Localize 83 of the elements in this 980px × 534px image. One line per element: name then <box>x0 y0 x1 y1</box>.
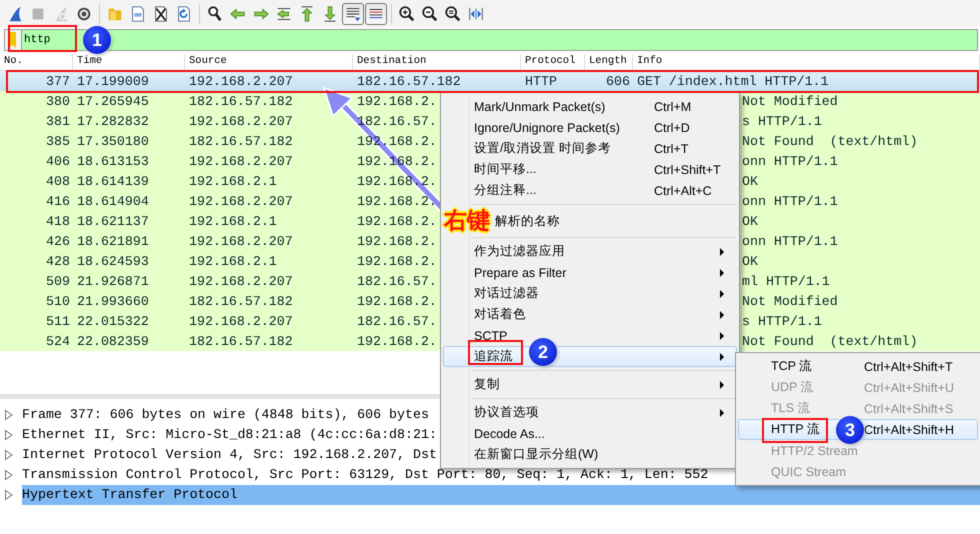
shortcut-text: Ctrl+Alt+Shift+T <box>864 360 954 374</box>
table-cell: s HTTP/1.1 <box>742 314 822 328</box>
table-cell: 385 <box>46 134 70 148</box>
table-cell: onn HTTP/1.1 <box>742 154 838 168</box>
table-cell: Not Found (text/html) <box>742 134 918 148</box>
table-cell: 511 <box>46 314 70 328</box>
table-cell: 606 <box>606 74 630 88</box>
table-cell: 192.168.2. <box>357 154 437 168</box>
table-cell: 182.16.57.182 <box>189 334 293 348</box>
table-cell: 192.168.2. <box>357 94 437 108</box>
table-cell: 17.282832 <box>77 114 149 128</box>
callout-label: 右键 <box>444 208 490 234</box>
table-cell: 192.168.2.207 <box>189 154 293 168</box>
table-cell: onn HTTP/1.1 <box>742 234 838 248</box>
table-cell: 192.168.2.1 <box>189 174 277 188</box>
table-cell: 182.16.57. <box>357 274 437 288</box>
shortcut-text: Ctrl+Alt+Shift+S <box>864 402 954 416</box>
table-cell: GET /index.html HTTP/1.1 <box>637 74 829 88</box>
table-cell: 21.993660 <box>77 294 149 308</box>
table-cell: Not Modified <box>742 294 838 308</box>
table-cell: OK <box>742 174 758 188</box>
table-cell: 182.16.57.182 <box>357 74 461 88</box>
table-cell: 182.16.57. <box>357 314 437 328</box>
table-cell: 192.168.2.207 <box>189 274 293 288</box>
table-cell: 18.614139 <box>77 174 149 188</box>
table-cell: s HTTP/1.1 <box>742 114 822 128</box>
table-cell: 192.168.2.207 <box>189 114 293 128</box>
table-cell: 192.168.2. <box>357 214 437 228</box>
table-cell: 18.621891 <box>77 234 149 248</box>
shortcut-text: Ctrl+Alt+Shift+U <box>864 380 955 394</box>
table-cell: OK <box>742 254 758 268</box>
table-cell: 18.621137 <box>77 214 149 228</box>
table-cell: 416 <box>46 194 70 208</box>
table-cell: 22.015322 <box>77 314 149 328</box>
table-cell: 192.168.2. <box>357 234 437 248</box>
shortcut-text: Ctrl+Alt+C <box>654 184 713 198</box>
table-cell: ml HTTP/1.1 <box>742 274 830 288</box>
table-cell: 182.16.57.182 <box>189 134 293 148</box>
table-cell: 192.168.2. <box>357 134 437 148</box>
table-cell: 192.168.2. <box>357 194 437 208</box>
table-cell: 18.614904 <box>77 194 149 208</box>
table-cell: 192.168.2. <box>357 174 437 188</box>
table-cell: 428 <box>46 254 70 268</box>
table-cell: OK <box>742 214 758 228</box>
shortcut-text: Ctrl+Alt+Shift+H <box>864 422 955 436</box>
table-cell: 17.265945 <box>77 94 149 108</box>
table-cell: Not Modified <box>742 94 838 108</box>
table-cell: 192.168.2.207 <box>189 74 293 88</box>
table-cell: 192.168.2. <box>357 334 437 348</box>
table-cell: 182.16.57.182 <box>189 294 293 308</box>
table-cell: HTTP <box>525 74 557 88</box>
table-cell: 192.168.2.207 <box>189 314 293 328</box>
shortcut-text: Ctrl+Shift+T <box>654 162 721 176</box>
table-cell: 18.624593 <box>77 254 149 268</box>
table-cell: 408 <box>46 174 70 188</box>
table-cell: 22.082359 <box>77 334 149 348</box>
table-cell: 192.168.2.1 <box>189 254 277 268</box>
table-cell: 381 <box>46 114 70 128</box>
table-cell: 21.926871 <box>77 274 149 288</box>
table-cell: 192.168.2.1 <box>189 214 277 228</box>
table-cell: 182.16.57. <box>357 114 437 128</box>
table-cell: 406 <box>46 154 70 168</box>
table-cell: 17.199009 <box>77 74 149 88</box>
table-cell: 192.168.2.207 <box>189 194 293 208</box>
step-number: 1 <box>83 26 111 54</box>
table-cell: 524 <box>46 334 70 348</box>
table-cell: 377 <box>46 74 70 88</box>
table-cell: 192.168.2.207 <box>189 234 293 248</box>
shortcut-text: Ctrl+D <box>654 120 691 134</box>
table-cell: onn HTTP/1.1 <box>742 194 838 208</box>
table-cell: 192.168.2. <box>357 294 437 308</box>
table-cell: 509 <box>46 274 70 288</box>
table-cell: 510 <box>46 294 70 308</box>
shortcut-text: Ctrl+M <box>654 100 692 114</box>
table-cell: 18.613153 <box>77 154 149 168</box>
table-cell: 418 <box>46 214 70 228</box>
table-cell: Not Found (text/html) <box>742 334 918 348</box>
table-cell: 182.16.57.182 <box>189 94 293 108</box>
shortcut-text: Ctrl+T <box>654 142 690 156</box>
table-cell: 17.350180 <box>77 134 149 148</box>
table-cell: 380 <box>46 94 70 108</box>
table-cell: 426 <box>46 234 70 248</box>
table-cell: 192.168.2. <box>357 254 437 268</box>
